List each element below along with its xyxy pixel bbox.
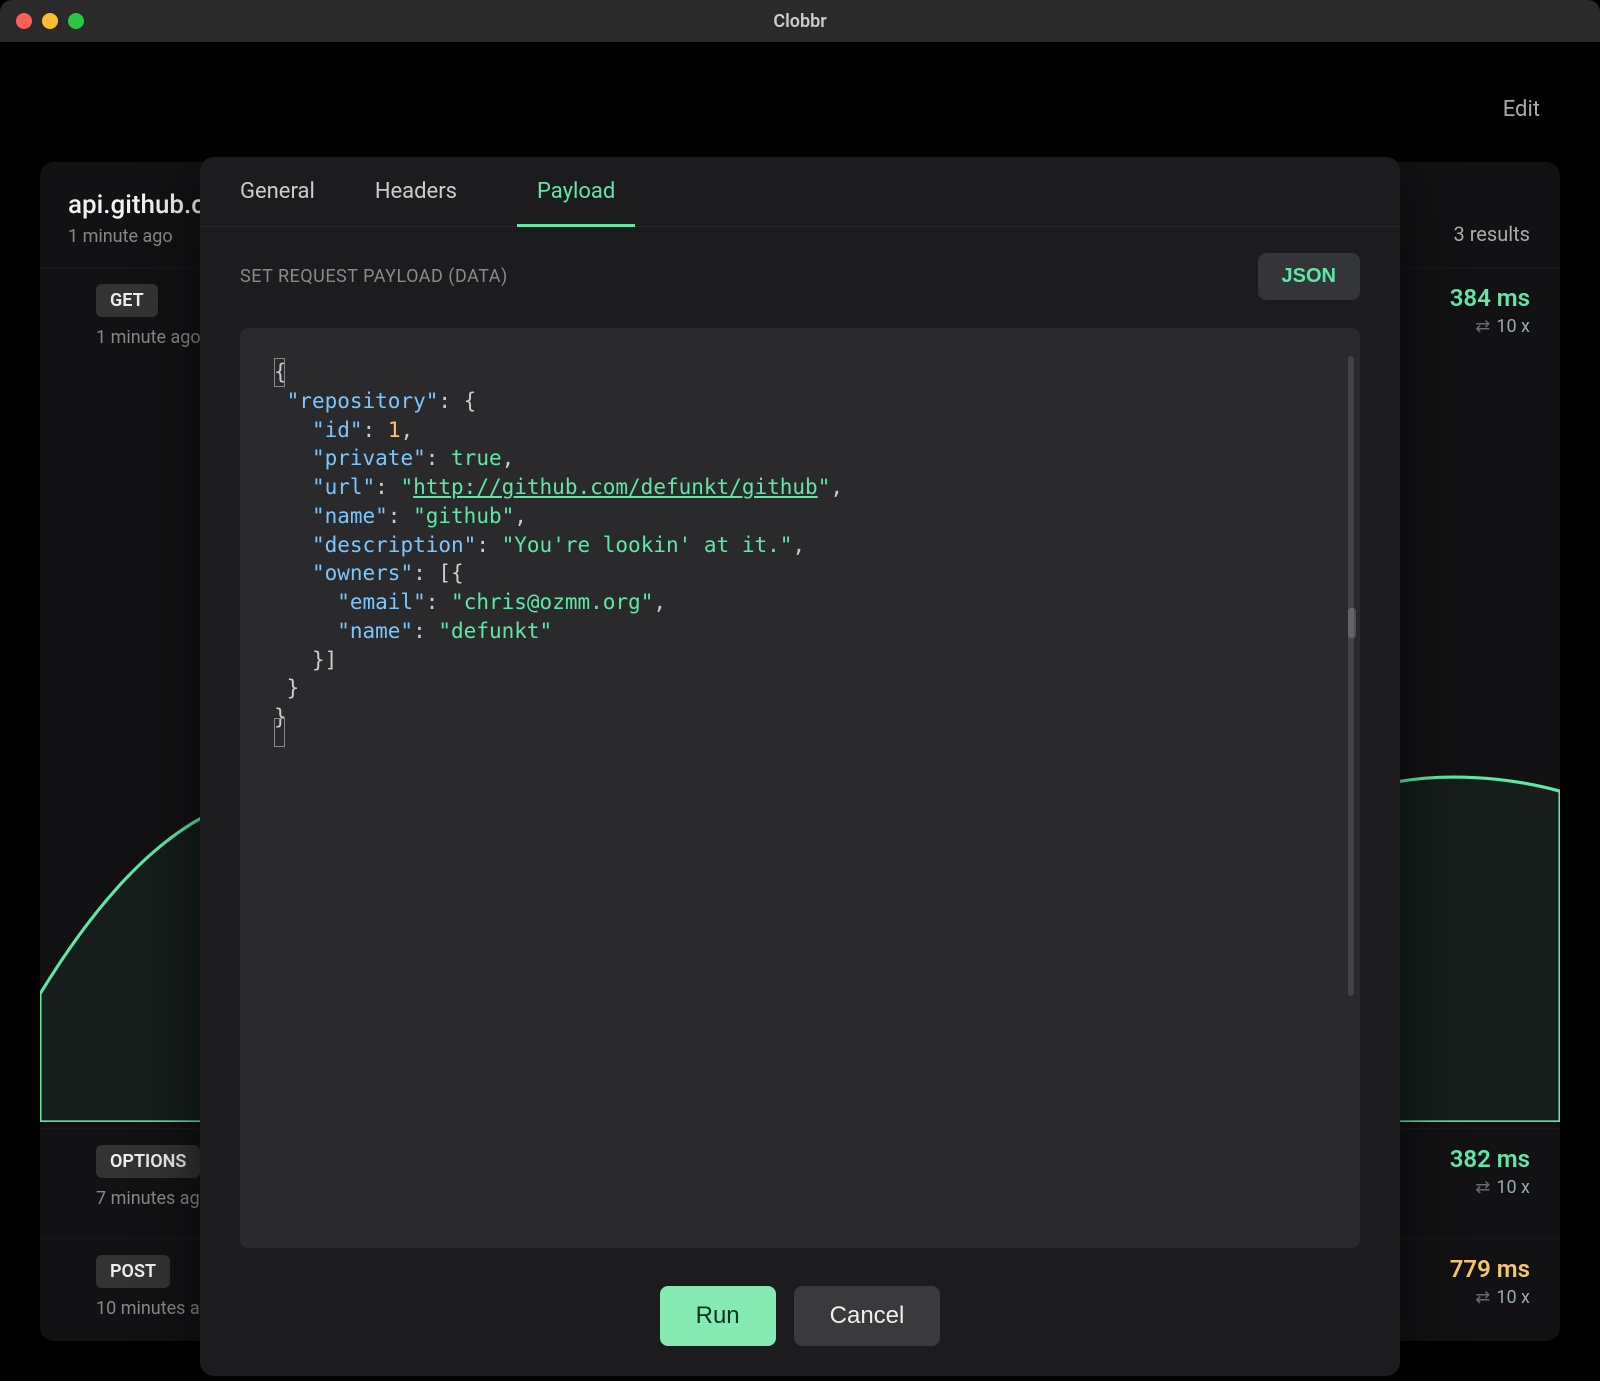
window-controls [16,13,84,29]
method-badge: OPTIONS [96,1145,200,1178]
result-ms: 382 ms [1450,1145,1530,1173]
run-button[interactable]: Run [660,1286,776,1346]
result-time: 1 minute ago [96,327,201,348]
edit-button[interactable]: Edit [1503,97,1540,122]
section-row: SET REQUEST PAYLOAD (DATA) JSON [200,227,1400,318]
iterations-icon: ⇄ [1475,1177,1490,1198]
cursor-icon [274,718,285,747]
result-ms: 384 ms [1450,284,1530,312]
scrollbar-thumb[interactable] [1348,608,1356,638]
titlebar: Clobbr [0,0,1600,42]
minimize-icon[interactable] [42,13,58,29]
close-icon[interactable] [16,13,32,29]
result-ms: 779 ms [1450,1255,1530,1283]
modal-actions: Run Cancel [200,1286,1400,1346]
result-iterations: ⇄10 x [1450,316,1530,337]
method-badge: POST [96,1255,170,1288]
tab-general[interactable]: General [240,179,315,226]
app-body: Edit api.github.co 1 minute ago 3 result… [0,42,1600,1381]
method-badge: GET [96,284,158,317]
json-button[interactable]: JSON [1258,253,1360,300]
maximize-icon[interactable] [68,13,84,29]
cursor-icon [274,358,285,387]
result-iterations: ⇄10 x [1450,1177,1530,1198]
modal-tabs: General Headers Payload [200,157,1400,227]
results-count: 3 results [1454,222,1530,246]
result-iterations: ⇄10 x [1450,1287,1530,1308]
payload-editor[interactable]: { "repository": { "id": 1, "private": tr… [240,328,1360,1248]
cancel-button[interactable]: Cancel [794,1286,941,1346]
payload-modal: General Headers Payload SET REQUEST PAYL… [200,157,1400,1376]
section-label: SET REQUEST PAYLOAD (DATA) [240,266,508,287]
tab-headers[interactable]: Headers [375,179,457,226]
editor-content[interactable]: { "repository": { "id": 1, "private": tr… [240,328,1360,762]
window-title: Clobbr [773,11,826,32]
scrollbar[interactable] [1348,356,1354,996]
iterations-icon: ⇄ [1475,1287,1490,1308]
result-time: 7 minutes ago [96,1188,210,1209]
tab-payload[interactable]: Payload [517,179,635,227]
iterations-icon: ⇄ [1475,316,1490,337]
